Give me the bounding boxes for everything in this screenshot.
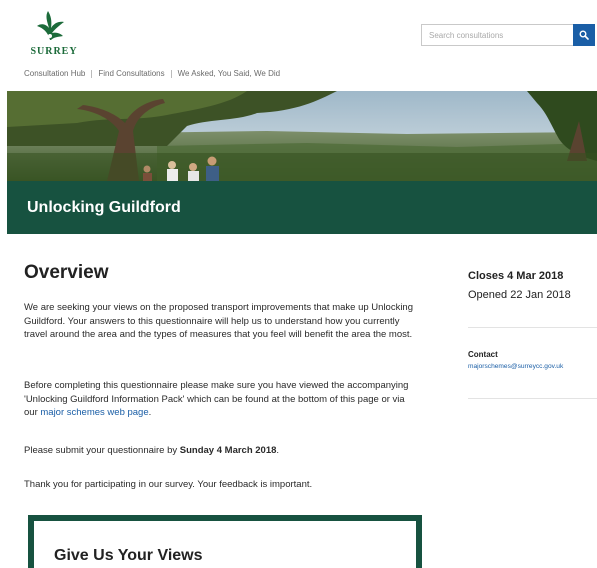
consultation-dates: Closes 4 Mar 2018 Opened 22 Jan 2018: [468, 270, 597, 301]
contact-label: Contact: [468, 350, 498, 359]
logo-text: SURREY: [30, 46, 78, 57]
paragraph-text: Please submit your questionnaire by: [24, 445, 180, 456]
paragraph-text: .: [276, 445, 280, 456]
deadline-date: Sunday 4 March 2018: [179, 445, 277, 456]
search-form: [421, 24, 595, 46]
sidebar-divider: [468, 398, 597, 399]
nav-find-consultations[interactable]: Find Consultations: [98, 69, 164, 78]
page-title-bar: Unlocking Guildford: [7, 181, 597, 234]
closes-date: Closes 4 Mar 2018: [468, 270, 564, 282]
opened-date: Opened 22 Jan 2018: [468, 289, 571, 301]
search-input[interactable]: [421, 24, 573, 46]
nav-we-asked-you-said[interactable]: We Asked, You Said, We Did: [178, 69, 280, 78]
overview-paragraph: Thank you for participating in our surve…: [24, 479, 313, 490]
give-us-your-views-panel: Give Us Your Views: [28, 515, 422, 568]
page-title: Unlocking Guildford: [27, 199, 181, 216]
breadcrumb-nav: Consultation Hub Find Consultations We A…: [24, 69, 280, 78]
overview-paragraph: Please submit your questionnaire by Sund…: [24, 444, 419, 458]
contact-email-link[interactable]: majorschemes@surreycc.gov.uk: [468, 363, 563, 370]
major-schemes-link[interactable]: major schemes web page: [40, 407, 148, 418]
views-panel-title: Give Us Your Views: [54, 547, 203, 564]
hero-banner-image: [7, 91, 597, 181]
paragraph-text: .: [148, 407, 152, 419]
overview-paragraph: Before completing this questionnaire ple…: [24, 379, 419, 420]
overview-paragraph: We are seeking your views on the propose…: [24, 302, 413, 341]
surrey-logo[interactable]: SURREY: [24, 10, 84, 60]
nav-consultation-hub[interactable]: Consultation Hub: [24, 69, 85, 78]
nav-separator: [91, 69, 93, 78]
search-icon: [579, 30, 589, 40]
nav-separator: [170, 69, 172, 78]
surrey-leaf-icon: [37, 11, 64, 40]
sidebar-divider: [468, 327, 597, 328]
overview-heading: Overview: [24, 262, 109, 283]
search-button[interactable]: [573, 24, 595, 46]
